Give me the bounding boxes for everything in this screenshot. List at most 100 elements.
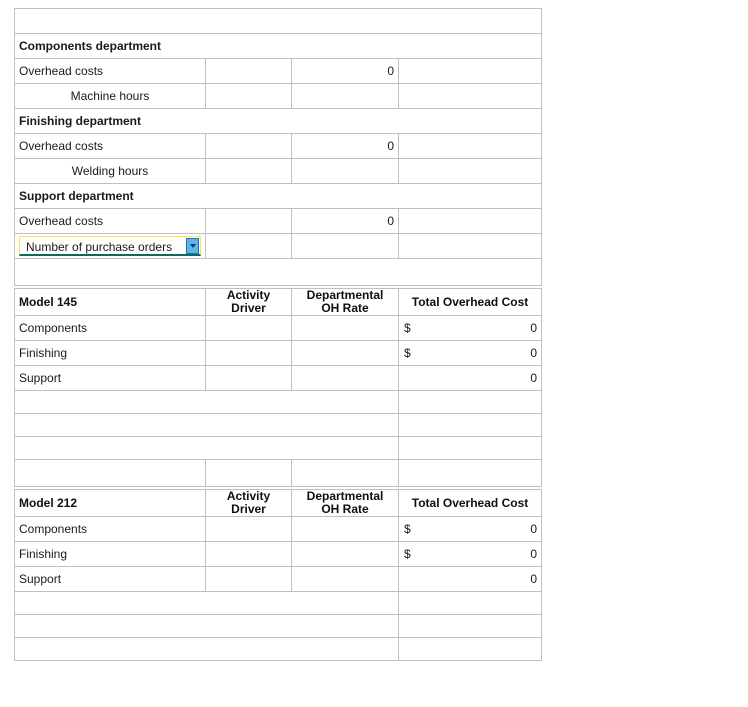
overhead-row-support: Overhead costs 0	[14, 208, 542, 234]
spacer-cell-c2	[205, 459, 292, 487]
oh-rate-input-finishing-145[interactable]	[291, 340, 399, 366]
col-header-total-145: Total Overhead Cost	[398, 288, 542, 316]
driver-blank-c3-support	[291, 233, 399, 259]
driver-input-components[interactable]	[205, 83, 292, 109]
activity-driver-input-components-212[interactable]	[205, 516, 292, 542]
row-label-support-145: Support	[14, 365, 206, 391]
total-row-value-2-145[interactable]	[398, 413, 542, 437]
driver-input-finishing[interactable]	[205, 158, 292, 184]
activity-driver-input-finishing-145[interactable]	[205, 340, 292, 366]
overhead-label-cell-finishing: Overhead costs	[14, 133, 206, 159]
model-145-table: Model 145 Activity Driver Departmental O…	[14, 288, 542, 487]
driver-select-cell-support[interactable]: Number of purchase orders	[14, 233, 206, 259]
total-row-label-1-145	[14, 390, 399, 414]
overhead-input-support[interactable]	[205, 208, 292, 234]
total-row-value-1-212[interactable]	[398, 591, 542, 615]
total-overhead-components-212: $ 0	[398, 516, 542, 542]
table-row: Components $ 0	[14, 516, 542, 542]
total-row-value-2-212[interactable]	[398, 614, 542, 638]
overhead-input-components[interactable]	[205, 58, 292, 84]
driver-label-finishing: Welding hours	[14, 158, 206, 184]
table-row: Support 0	[14, 365, 542, 391]
total-row	[14, 591, 542, 615]
spacer-cell-c4	[398, 459, 542, 487]
overhead-label-cell-components: Overhead costs	[14, 58, 206, 84]
overhead-costs-link-components[interactable]: Overhead costs	[19, 64, 103, 78]
total-row	[14, 614, 542, 638]
grand-total-value-212[interactable]	[398, 637, 542, 661]
oh-rate-input-components-145[interactable]	[291, 315, 399, 341]
grand-total-value-145[interactable]	[398, 436, 542, 460]
table-row: Components $ 0	[14, 315, 542, 341]
activity-driver-input-finishing-212[interactable]	[205, 541, 292, 567]
driver-label-components: Machine hours	[14, 83, 206, 109]
total-overhead-components-145: $ 0	[398, 315, 542, 341]
activity-driver-dropdown-value: Number of purchase orders	[26, 240, 173, 254]
driver-row-finishing: Welding hours	[14, 158, 542, 184]
currency-symbol: $	[404, 522, 411, 536]
model-header-row-212: Model 212 Activity Driver Departmental O…	[14, 489, 542, 517]
overhead-extra-support[interactable]	[398, 208, 542, 234]
section-title-support: Support department	[14, 183, 542, 209]
grand-total-row	[14, 436, 542, 460]
row-label-finishing-145: Finishing	[14, 340, 206, 366]
total-overhead-support-212: 0	[398, 566, 542, 592]
oh-rate-cell-support-212	[291, 566, 399, 592]
grand-total-label-145	[14, 436, 399, 460]
driver-blank-c3-finishing	[291, 158, 399, 184]
oh-rate-cell-components-212	[291, 516, 399, 542]
model-title-212: Model 212	[14, 489, 206, 517]
total-value: 0	[530, 346, 537, 360]
activity-driver-input-support-145[interactable]	[205, 365, 292, 391]
col-header-activity-driver-145: Activity Driver	[205, 288, 292, 316]
spacer-cell	[14, 258, 542, 286]
oh-rate-input-support-145[interactable]	[291, 365, 399, 391]
row-label-components-212: Components	[14, 516, 206, 542]
total-overhead-finishing-212: $ 0	[398, 541, 542, 567]
worksheet: Components department Overhead costs 0 M…	[14, 8, 542, 661]
overhead-extra-components[interactable]	[398, 58, 542, 84]
currency-symbol: $	[404, 547, 411, 561]
driver-input-support[interactable]	[205, 233, 292, 259]
oh-rate-cell-finishing-212	[291, 541, 399, 567]
activity-driver-input-support-212[interactable]	[205, 566, 292, 592]
total-row-value-1-145[interactable]	[398, 390, 542, 414]
driver-blank-c4-support	[398, 233, 542, 259]
spacer-cell-c3	[291, 459, 399, 487]
total-value: 0	[530, 321, 537, 335]
activity-driver-input-components-145[interactable]	[205, 315, 292, 341]
overhead-value-finishing[interactable]: 0	[291, 133, 399, 159]
driver-blank-c4-finishing	[398, 158, 542, 184]
title-band-row	[14, 8, 542, 34]
spacer-row	[14, 258, 542, 286]
row-label-support-212: Support	[14, 566, 206, 592]
grand-total-row	[14, 637, 542, 661]
table-row: Finishing $ 0	[14, 340, 542, 366]
row-label-components-145: Components	[14, 315, 206, 341]
row-label-finishing-212: Finishing	[14, 541, 206, 567]
overhead-costs-link-support[interactable]: Overhead costs	[19, 214, 103, 228]
overhead-costs-link-finishing[interactable]: Overhead costs	[19, 139, 103, 153]
chevron-down-icon[interactable]	[186, 238, 199, 254]
total-value: 0	[530, 522, 537, 536]
overhead-row-components: Overhead costs 0	[14, 58, 542, 84]
overhead-input-finishing[interactable]	[205, 133, 292, 159]
grand-total-label-212	[14, 637, 399, 661]
total-row-label-2-145	[14, 413, 399, 437]
driver-row-support: Number of purchase orders	[14, 233, 542, 259]
total-value: 0	[530, 371, 537, 385]
activity-driver-dropdown[interactable]: Number of purchase orders	[19, 236, 201, 256]
title-band-cell	[14, 8, 542, 34]
overhead-value-components[interactable]: 0	[291, 58, 399, 84]
model-212-table: Model 212 Activity Driver Departmental O…	[14, 489, 542, 661]
overhead-extra-finishing[interactable]	[398, 133, 542, 159]
total-value: 0	[530, 547, 537, 561]
total-overhead-support-145: 0	[398, 365, 542, 391]
overhead-value-support[interactable]: 0	[291, 208, 399, 234]
section-title-finishing: Finishing department	[14, 108, 542, 134]
department-inputs-table: Components department Overhead costs 0 M…	[14, 8, 542, 286]
section-header-row: Support department	[14, 183, 542, 209]
section-header-row: Finishing department	[14, 108, 542, 134]
driver-blank-c3-components	[291, 83, 399, 109]
driver-blank-c4-components	[398, 83, 542, 109]
